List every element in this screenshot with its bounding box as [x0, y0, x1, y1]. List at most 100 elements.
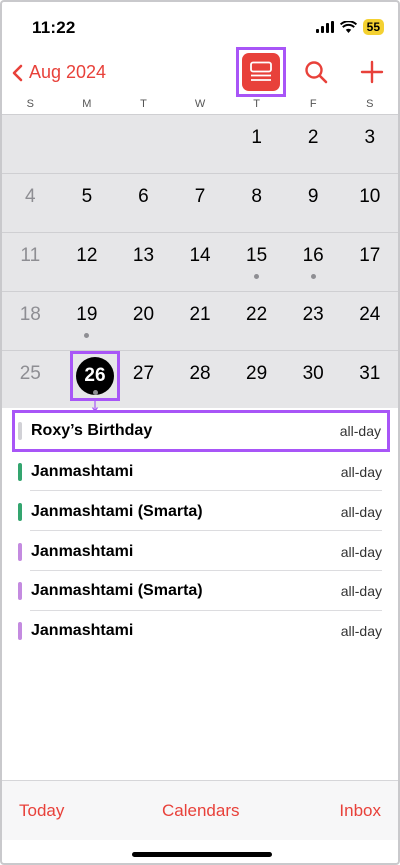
battery-indicator: 55: [362, 19, 384, 35]
event-item[interactable]: Janmashtami all-day: [18, 532, 382, 572]
calendar-color-bar: [18, 422, 22, 440]
divider: [30, 530, 382, 531]
event-title: Janmashtami: [31, 622, 134, 639]
event-item[interactable]: Roxy’s Birthday all-day: [12, 410, 390, 452]
list-view-toggle-button[interactable]: [236, 47, 286, 97]
day-cell[interactable]: 7: [172, 174, 229, 232]
day-cell[interactable]: 22: [228, 292, 285, 350]
day-cell[interactable]: 27: [115, 351, 172, 410]
day-number: 7: [194, 186, 206, 207]
day-cell[interactable]: 9: [285, 174, 342, 232]
status-indicators: 55: [315, 19, 384, 35]
day-cell[interactable]: 8: [228, 174, 285, 232]
event-time: all-day: [340, 583, 382, 599]
day-cell[interactable]: 28: [172, 351, 229, 410]
day-cell[interactable]: 30: [285, 351, 342, 410]
today-button[interactable]: Today: [19, 801, 64, 821]
day-cell[interactable]: 6: [115, 174, 172, 232]
day-cell[interactable]: [59, 115, 116, 173]
chevron-left-icon: [12, 64, 23, 81]
weekday-label: F: [309, 98, 317, 110]
day-number: 10: [359, 186, 381, 207]
status-bar: 11:22 55: [2, 2, 398, 52]
list-view-icon: [242, 53, 280, 91]
day-cell[interactable]: 5: [59, 174, 116, 232]
day-cell[interactable]: 24: [341, 292, 398, 350]
day-number: 18: [19, 304, 41, 325]
event-title: Janmashtami (Smarta): [31, 582, 203, 599]
day-cell[interactable]: 17: [341, 233, 398, 291]
day-cell[interactable]: 1: [228, 115, 285, 173]
event-item[interactable]: Janmashtami (Smarta) all-day: [18, 492, 382, 532]
day-cell[interactable]: 14: [172, 233, 229, 291]
day-number: 15: [246, 245, 268, 266]
month-label: Aug 2024: [29, 62, 107, 82]
day-number: 16: [302, 245, 324, 266]
inbox-button[interactable]: Inbox: [339, 801, 381, 821]
calendar-color-bar: [18, 463, 22, 481]
event-dot: [84, 333, 90, 338]
search-icon: [305, 61, 328, 84]
day-number: 27: [132, 363, 155, 384]
calendar-screen: 11:22 55 Aug 2024 S M T W T F S 1 2 3 4 …: [0, 0, 400, 865]
day-cell[interactable]: 13: [115, 233, 172, 291]
day-number: 14: [189, 245, 211, 266]
calendar-color-bar: [18, 543, 22, 561]
event-title: Janmashtami (Smarta): [31, 503, 203, 520]
day-number: 3: [364, 127, 376, 148]
calendars-button[interactable]: Calendars: [162, 801, 240, 821]
day-cell[interactable]: 21: [172, 292, 229, 350]
day-cell[interactable]: 16: [285, 233, 342, 291]
event-item[interactable]: Janmashtami all-day: [18, 452, 382, 492]
day-number: 12: [76, 245, 98, 266]
day-number: 20: [132, 304, 155, 325]
day-cell[interactable]: 12: [59, 233, 116, 291]
day-cell[interactable]: 25: [2, 351, 59, 410]
day-number: 24: [359, 304, 381, 325]
cellular-signal-icon: [315, 21, 334, 33]
day-cell[interactable]: 31: [341, 351, 398, 410]
day-cell[interactable]: 18: [2, 292, 59, 350]
day-number: 5: [81, 186, 93, 207]
day-number: 2: [307, 127, 319, 148]
event-title: Janmashtami: [31, 463, 134, 480]
day-cell[interactable]: 2: [285, 115, 342, 173]
day-cell[interactable]: [115, 115, 172, 173]
week-row: 4 5 6 7 8 9 10: [2, 174, 398, 233]
day-cell[interactable]: 23: [285, 292, 342, 350]
search-button[interactable]: [304, 60, 328, 89]
day-cell[interactable]: 10: [341, 174, 398, 232]
weekday-label: S: [26, 98, 34, 110]
calendar-color-bar: [18, 582, 22, 600]
day-cell[interactable]: 19: [59, 292, 116, 350]
day-cell[interactable]: 29: [228, 351, 285, 410]
calendar-color-bar: [18, 503, 22, 521]
day-cell[interactable]: 11: [2, 233, 59, 291]
event-item[interactable]: Janmashtami all-day: [18, 611, 382, 651]
week-row: 25 27 28 29 30 31: [2, 351, 398, 410]
day-cell[interactable]: 15: [228, 233, 285, 291]
day-number: 30: [302, 363, 324, 384]
add-event-button[interactable]: [360, 60, 384, 89]
day-cell[interactable]: 3: [341, 115, 398, 173]
day-number: 19: [76, 304, 98, 325]
event-time: all-day: [340, 464, 382, 480]
day-cell[interactable]: 20: [115, 292, 172, 350]
weekday-label: M: [82, 98, 92, 110]
day-number: 8: [251, 186, 262, 207]
event-dot: [92, 390, 98, 395]
day-cell[interactable]: [2, 115, 59, 173]
event-item[interactable]: Janmashtami (Smarta) all-day: [18, 571, 382, 611]
day-number: 6: [138, 186, 149, 207]
day-cell[interactable]: 4: [2, 174, 59, 232]
wifi-icon: [339, 21, 357, 33]
week-row: 18 19 20 21 22 23 24: [2, 292, 398, 351]
day-number: 21: [189, 304, 211, 325]
day-cell[interactable]: [172, 115, 229, 173]
day-number: 1: [251, 127, 262, 148]
weekday-label: S: [366, 98, 374, 110]
back-to-year-button[interactable]: Aug 2024: [12, 62, 106, 83]
divider: [30, 490, 382, 491]
event-time: all-day: [340, 504, 382, 520]
day-number: 9: [307, 186, 319, 207]
